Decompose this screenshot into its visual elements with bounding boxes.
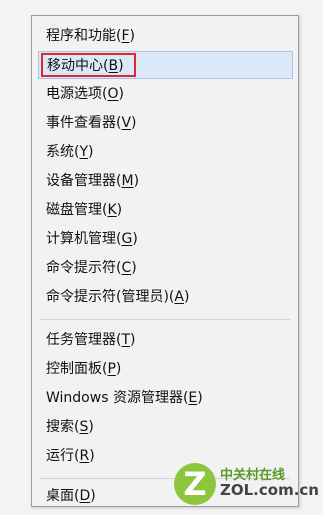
menu-item-label-end: ) bbox=[129, 28, 135, 44]
menu-item-label-end: ) bbox=[88, 419, 94, 435]
menu-item-computer-management[interactable]: 计算机管理(G) bbox=[38, 225, 293, 253]
menu-item-label: 计算机管理( bbox=[46, 231, 122, 247]
menu-item-label-end: ) bbox=[131, 260, 137, 276]
menu-item-label: Windows 资源管理器( bbox=[46, 390, 189, 406]
menu-item-system[interactable]: 系统(Y) bbox=[38, 138, 293, 166]
menu-item-search[interactable]: 搜索(S) bbox=[38, 413, 293, 441]
menu-item-label-end: ) bbox=[115, 361, 122, 377]
menu-separator bbox=[40, 319, 290, 320]
menu-item-mnemonic: M bbox=[121, 173, 134, 189]
menu-item-label: 事件查看器( bbox=[46, 115, 122, 131]
menu-item-mnemonic: D bbox=[79, 488, 91, 504]
menu-item-label: 设备管理器( bbox=[46, 173, 122, 189]
menu-item-power-options[interactable]: 电源选项(O) bbox=[38, 80, 293, 108]
menu-item-label: 任务管理器( bbox=[46, 332, 122, 348]
menu-item-label: 命令提示符(管理员)( bbox=[46, 289, 175, 305]
zol-watermark: Z 中关村在线 ZOL.com.cn bbox=[174, 455, 319, 513]
menu-item-label-end: ) bbox=[118, 86, 124, 102]
menu-item-mnemonic: R bbox=[79, 448, 90, 464]
menu-item-label: 程序和功能( bbox=[46, 28, 122, 44]
menu-item-label-end: ) bbox=[130, 332, 136, 348]
watermark-domain: ZOL.com.cn bbox=[220, 480, 319, 499]
menu-item-label-end: ) bbox=[90, 488, 96, 504]
menu-item-programs-and-features[interactable]: 程序和功能(F) bbox=[38, 22, 293, 50]
screenshot-root: 程序和功能(F) 移动中心(B) 电源选项(O) 事件查看器(V) 系统(Y) … bbox=[0, 0, 323, 515]
menu-item-mnemonic: P bbox=[107, 361, 116, 377]
menu-item-label-end: ) bbox=[89, 448, 95, 464]
menu-item-control-panel[interactable]: 控制面板(P) bbox=[38, 355, 293, 383]
menu-item-label-end: ) bbox=[131, 115, 137, 131]
menu-item-label-end: ) bbox=[133, 173, 140, 189]
menu-item-mnemonic: V bbox=[121, 115, 132, 131]
menu-item-label-end: ) bbox=[88, 144, 94, 160]
menu-item-task-manager[interactable]: 任务管理器(T) bbox=[38, 326, 293, 354]
annotation-highlight-box bbox=[41, 53, 136, 77]
menu-item-mnemonic: T bbox=[121, 332, 131, 348]
menu-item-label: 控制面板( bbox=[46, 361, 108, 377]
menu-item-label-end: ) bbox=[116, 202, 123, 218]
menu-item-mnemonic: E bbox=[188, 390, 198, 406]
menu-item-label: 运行( bbox=[46, 448, 80, 464]
menu-item-mnemonic: Y bbox=[79, 144, 89, 160]
zol-logo-icon: Z bbox=[174, 463, 216, 505]
menu-item-windows-explorer[interactable]: Windows 资源管理器(E) bbox=[38, 384, 293, 412]
winx-context-menu: 程序和功能(F) 移动中心(B) 电源选项(O) 事件查看器(V) 系统(Y) … bbox=[31, 15, 299, 507]
menu-item-mnemonic: F bbox=[121, 28, 130, 44]
menu-item-mnemonic: O bbox=[107, 86, 119, 102]
menu-item-label: 搜索( bbox=[46, 419, 80, 435]
menu-item-label-end: ) bbox=[197, 390, 203, 406]
menu-item-mnemonic: K bbox=[107, 202, 117, 218]
menu-item-label: 电源选项( bbox=[46, 86, 108, 102]
menu-item-device-manager[interactable]: 设备管理器(M) bbox=[38, 167, 293, 195]
menu-item-event-viewer[interactable]: 事件查看器(V) bbox=[38, 109, 293, 137]
menu-item-command-prompt-admin[interactable]: 命令提示符(管理员)(A) bbox=[38, 283, 293, 311]
menu-item-label: 系统( bbox=[46, 144, 80, 160]
menu-item-disk-management[interactable]: 磁盘管理(K) bbox=[38, 196, 293, 224]
menu-item-label: 磁盘管理( bbox=[46, 202, 108, 218]
menu-item-label-end: ) bbox=[132, 231, 138, 247]
menu-item-label: 命令提示符( bbox=[46, 260, 122, 276]
menu-item-mnemonic: G bbox=[121, 231, 133, 247]
menu-item-mnemonic: A bbox=[174, 289, 184, 305]
menu-item-label: 桌面( bbox=[46, 488, 80, 504]
menu-item-label-end: ) bbox=[183, 289, 190, 305]
menu-item-mnemonic: C bbox=[121, 260, 132, 276]
menu-item-command-prompt[interactable]: 命令提示符(C) bbox=[38, 254, 293, 282]
